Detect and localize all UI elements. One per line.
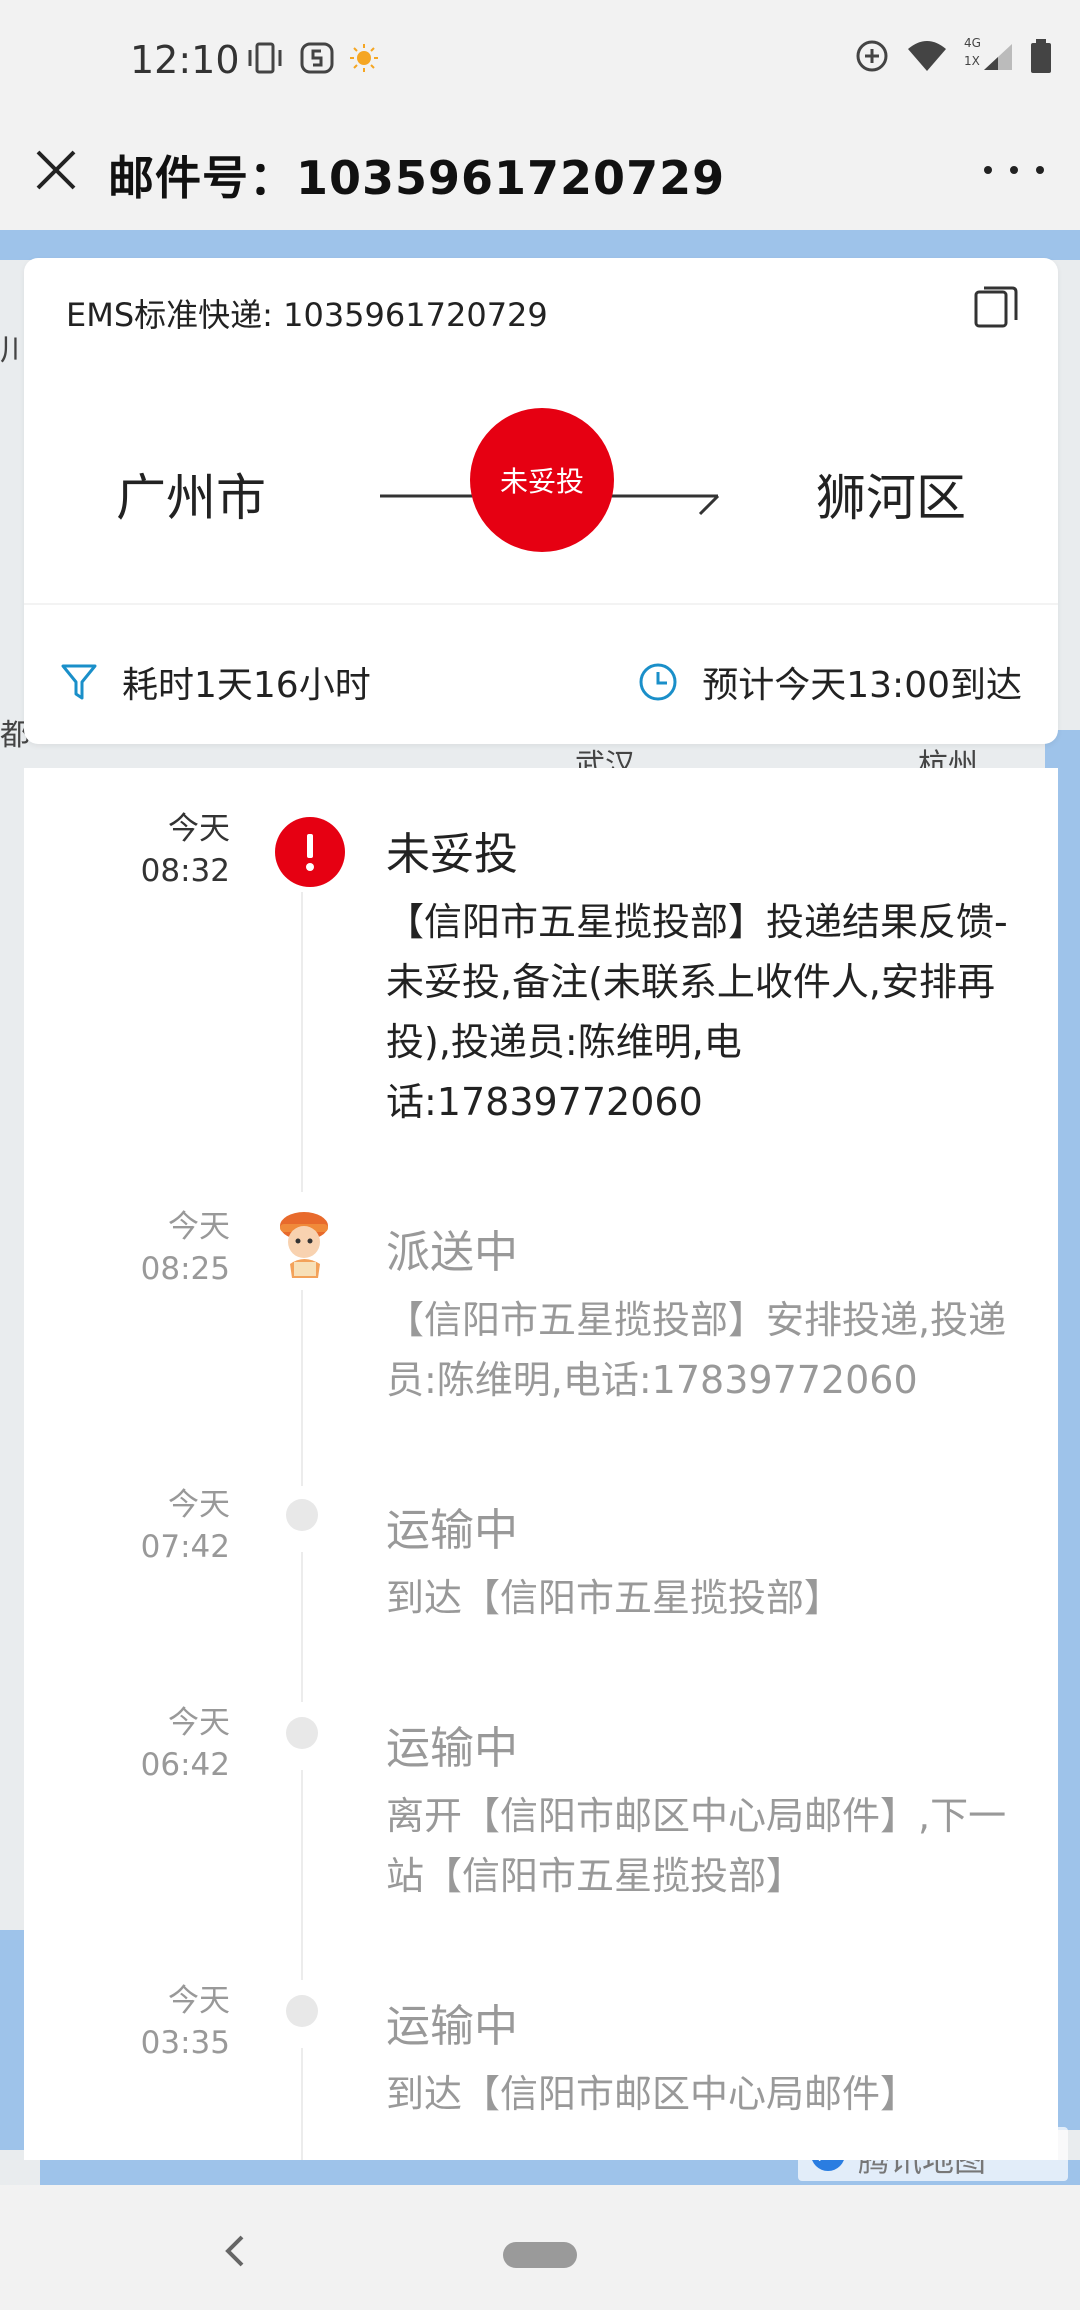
system-nav-bar (0, 2185, 1080, 2310)
timeline-time: 今天 07:42 (24, 1484, 230, 1568)
app-notification-icon (300, 42, 334, 74)
sync-plus-icon (856, 40, 888, 72)
status-bar: 12:10 4G 1X (0, 0, 1080, 120)
timeline-item: 今天 08:25 派送中 【信阳市五星揽投部】安排投递,投递员:陈维明,电话:1… (24, 1206, 1058, 1486)
timeline-day: 今天 (168, 1209, 230, 1245)
elapsed-time: 耗时1天16小时 (60, 656, 371, 708)
timeline-connector (301, 1770, 303, 1980)
network-4g-label: 4G (964, 36, 981, 50)
courier-avatar-icon (280, 1212, 328, 1278)
timeline-description: 离开【信阳市邮区中心局邮件】,下一站【信阳市五星揽投部】 (386, 1794, 1007, 1898)
timeline-connector (301, 2048, 303, 2160)
timeline-clock: 03:35 (140, 2025, 230, 2061)
battery-icon (1031, 39, 1051, 73)
timeline-day: 今天 (168, 811, 230, 847)
timeline-item: 今天 03:35 运输中 到达【信阳市邮区中心局邮件】 (24, 1980, 1058, 2160)
dot-icon (286, 1995, 318, 2027)
timeline-day: 今天 (168, 1983, 230, 2019)
card-divider (24, 603, 1058, 605)
timeline-item: 今天 06:42 运输中 离开【信阳市邮区中心局邮件】,下一站【信阳市五星揽投部… (24, 1702, 1058, 1980)
timeline-title: 运输中 (386, 2001, 518, 2052)
dot-icon (286, 1499, 318, 1531)
timeline-description: 【信阳市五星揽投部】投递结果反馈-未妥投,备注(未联系上收件人,安排再投),投递… (386, 900, 1008, 1124)
copy-icon[interactable] (972, 284, 1020, 332)
timeline-clock: 08:25 (140, 1251, 230, 1287)
timeline-day: 今天 (168, 1487, 230, 1523)
title-bar: 邮件号：1035961720729 (0, 120, 1080, 230)
alert-icon (275, 817, 345, 887)
timeline-item: 今天 08:32 未妥投 【信阳市五星揽投部】投递结果反馈-未妥投,备注(未联系… (24, 808, 1058, 1192)
tracking-timeline[interactable]: 今天 08:32 未妥投 【信阳市五星揽投部】投递结果反馈-未妥投,备注(未联系… (24, 768, 1058, 2160)
clock-icon (639, 663, 677, 701)
origin-city: 广州市 (116, 469, 266, 527)
dot-icon (286, 1717, 318, 1749)
timeline-title: 运输中 (386, 1723, 518, 1774)
back-chevron-icon[interactable] (220, 2231, 250, 2271)
timeline-time: 今天 08:32 (24, 808, 230, 892)
timeline-time: 今天 06:42 (24, 1702, 230, 1786)
timeline-connector (301, 1552, 303, 1702)
elapsed-text: 耗时1天16小时 (122, 665, 371, 706)
timeline-time: 今天 08:25 (24, 1206, 230, 1290)
timeline-clock: 07:42 (140, 1529, 230, 1565)
destination-city: 狮河区 (816, 469, 966, 527)
timeline-clock: 08:32 (140, 853, 230, 889)
close-icon[interactable] (28, 142, 84, 198)
timeline-connector (301, 1290, 303, 1486)
more-dots-icon[interactable] (984, 150, 1044, 190)
status-icons-right: 4G 1X (854, 36, 1052, 74)
timeline-item: 今天 07:42 运输中 到达【信阳市五星揽投部】 (24, 1484, 1058, 1702)
timeline-title: 派送中 (386, 1227, 518, 1278)
eta-text: 预计今天13:00到达 (702, 665, 1022, 706)
wifi-icon (908, 41, 946, 71)
status-icons-left (245, 40, 379, 76)
map-water (0, 230, 1080, 260)
network-1x-label: 1X (964, 54, 980, 68)
estimated-arrival: 预计今天13:00到达 (638, 656, 1022, 708)
timeline-connector (301, 892, 303, 1192)
delivery-status-badge: 未妥投 (470, 408, 614, 552)
status-time: 12:10 (130, 38, 240, 82)
timeline-title: 运输中 (386, 1505, 518, 1556)
timeline-description: 到达【信阳市五星揽投部】 (386, 1576, 843, 1620)
timeline-description: 【信阳市五星揽投部】安排投递,投递员:陈维明,电话:17839772060 (386, 1298, 1007, 1402)
timeline-day: 今天 (168, 1705, 230, 1741)
vibrate-icon (248, 42, 282, 74)
summary-card: EMS标准快递: 1035961720729 广州市 未妥投 狮河区 耗时1天1… (24, 258, 1058, 744)
timeline-description: 到达【信阳市邮区中心局邮件】 (386, 2072, 919, 2116)
timeline-time: 今天 03:35 (24, 1980, 230, 2064)
weather-sun-icon (350, 44, 378, 72)
timeline-title: 未妥投 (386, 829, 518, 880)
home-pill-icon[interactable] (503, 2242, 577, 2268)
timeline-clock: 06:42 (140, 1747, 230, 1783)
signal-icon: 4G 1X (964, 36, 1014, 74)
page-title: 邮件号：1035961720729 (108, 151, 726, 205)
tracking-number-line: EMS标准快递: 1035961720729 (66, 296, 548, 334)
funnel-icon (61, 664, 97, 700)
